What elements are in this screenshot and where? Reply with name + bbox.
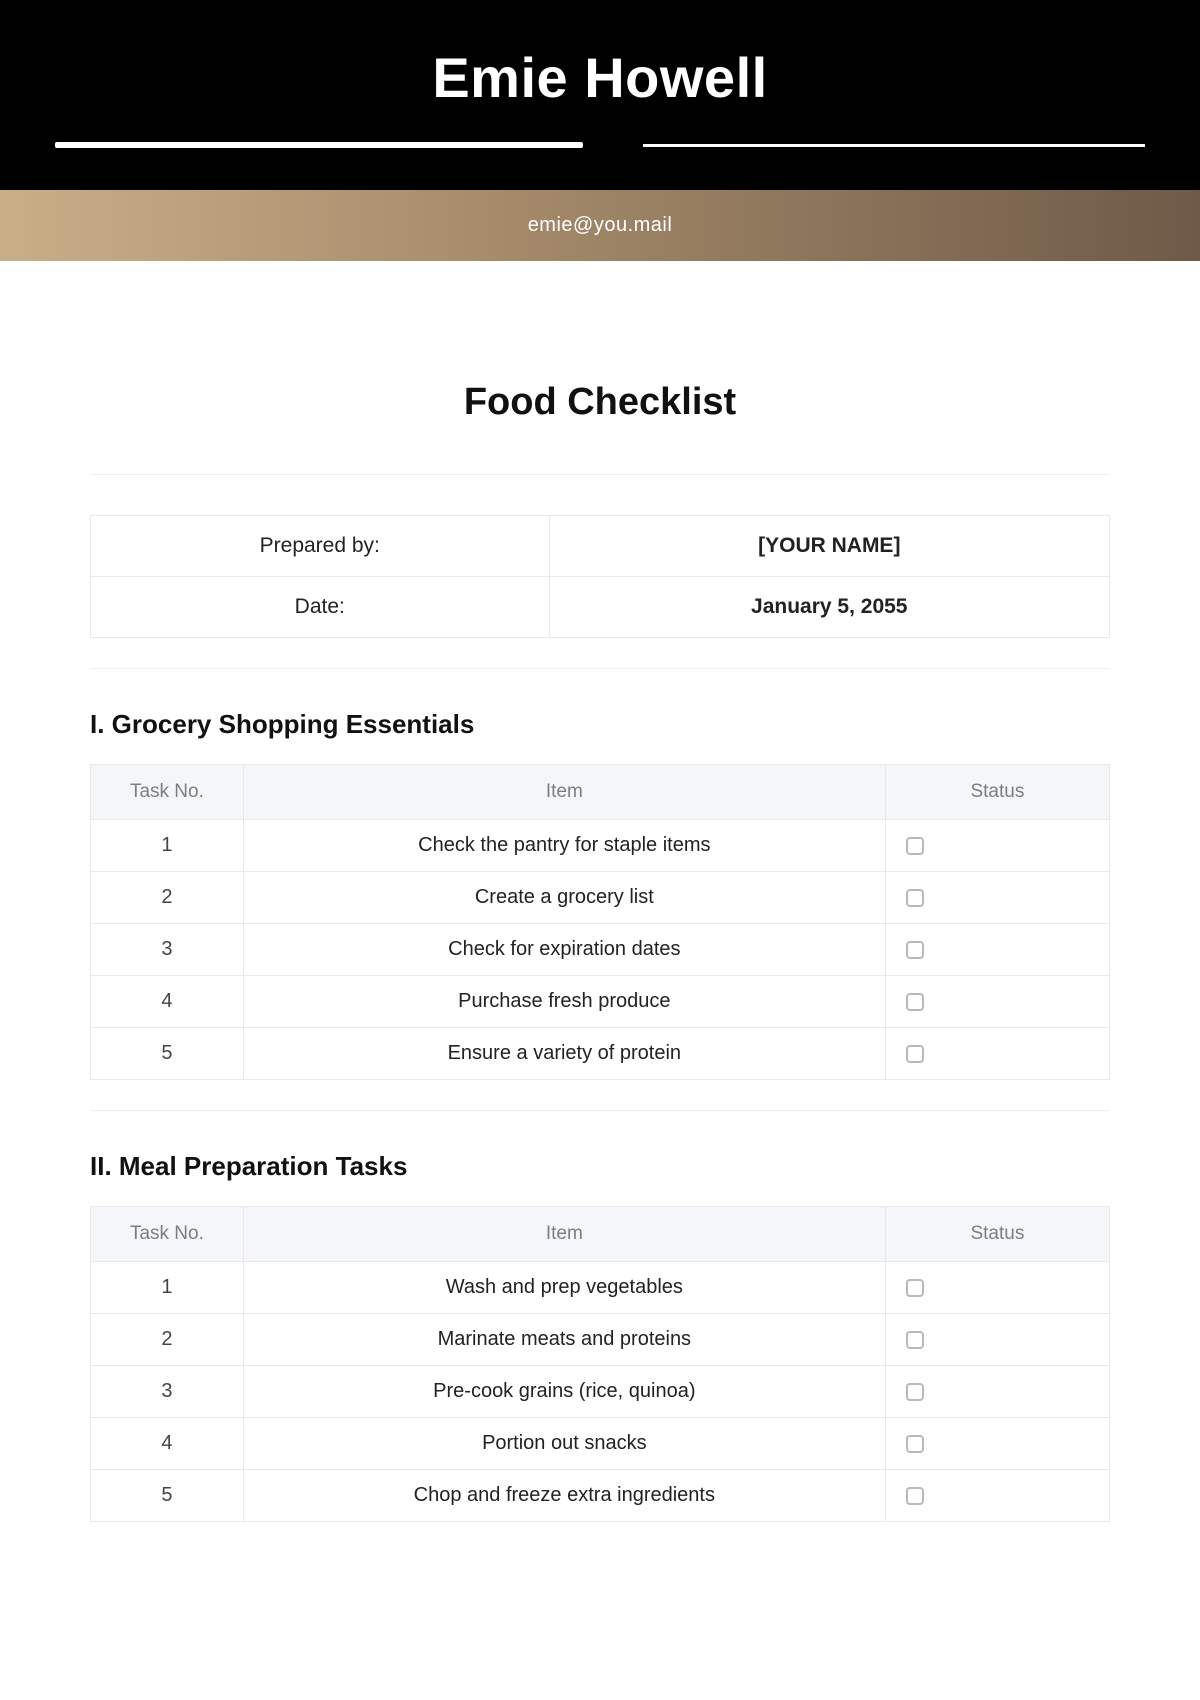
status-checkbox[interactable] xyxy=(906,1435,924,1453)
task-number: 5 xyxy=(91,1470,244,1522)
column-header-item: Item xyxy=(243,765,885,820)
meta-info-table: Prepared by: [YOUR NAME] Date: January 5… xyxy=(90,515,1110,638)
task-table: Task No.ItemStatus1Check the pantry for … xyxy=(90,764,1110,1080)
task-number: 3 xyxy=(91,1366,244,1418)
header-divider-lines xyxy=(0,140,1200,150)
table-row: 4Portion out snacks xyxy=(91,1418,1110,1470)
meta-label: Date: xyxy=(91,577,550,638)
meta-label: Prepared by: xyxy=(91,516,550,577)
status-checkbox[interactable] xyxy=(906,1383,924,1401)
task-item: Marinate meats and proteins xyxy=(243,1314,885,1366)
task-item: Create a grocery list xyxy=(243,872,885,924)
task-status-cell xyxy=(885,1262,1109,1314)
status-checkbox[interactable] xyxy=(906,889,924,907)
table-row: 5Ensure a variety of protein xyxy=(91,1028,1110,1080)
divider xyxy=(90,474,1110,475)
task-number: 4 xyxy=(91,1418,244,1470)
column-header-task_no: Task No. xyxy=(91,1207,244,1262)
table-row: 2Marinate meats and proteins xyxy=(91,1314,1110,1366)
task-item: Chop and freeze extra ingredients xyxy=(243,1470,885,1522)
task-status-cell xyxy=(885,1028,1109,1080)
task-status-cell xyxy=(885,1314,1109,1366)
task-item: Pre-cook grains (rice, quinoa) xyxy=(243,1366,885,1418)
column-header-status: Status xyxy=(885,1207,1109,1262)
task-item: Ensure a variety of protein xyxy=(243,1028,885,1080)
divider xyxy=(90,1110,1110,1111)
divider xyxy=(90,668,1110,669)
table-row: 3Pre-cook grains (rice, quinoa) xyxy=(91,1366,1110,1418)
task-status-cell xyxy=(885,872,1109,924)
status-checkbox[interactable] xyxy=(906,941,924,959)
document-title: Food Checklist xyxy=(90,381,1110,424)
task-number: 4 xyxy=(91,976,244,1028)
table-row: 5Chop and freeze extra ingredients xyxy=(91,1470,1110,1522)
task-number: 2 xyxy=(91,872,244,924)
task-item: Purchase fresh produce xyxy=(243,976,885,1028)
status-checkbox[interactable] xyxy=(906,1487,924,1505)
task-number: 3 xyxy=(91,924,244,976)
task-number: 5 xyxy=(91,1028,244,1080)
table-row: 3Check for expiration dates xyxy=(91,924,1110,976)
table-row: 1Check the pantry for staple items xyxy=(91,820,1110,872)
column-header-status: Status xyxy=(885,765,1109,820)
header-name-bar: Emie Howell xyxy=(0,0,1200,190)
task-status-cell xyxy=(885,1418,1109,1470)
task-item: Wash and prep vegetables xyxy=(243,1262,885,1314)
table-row: 1Wash and prep vegetables xyxy=(91,1262,1110,1314)
task-status-cell xyxy=(885,976,1109,1028)
task-status-cell xyxy=(885,924,1109,976)
task-number: 1 xyxy=(91,1262,244,1314)
header-email-bar: emie@you.mail xyxy=(0,190,1200,261)
status-checkbox[interactable] xyxy=(906,1045,924,1063)
task-status-cell xyxy=(885,1470,1109,1522)
status-checkbox[interactable] xyxy=(906,993,924,1011)
meta-row-date: Date: January 5, 2055 xyxy=(91,577,1110,638)
person-email: emie@you.mail xyxy=(528,214,673,236)
section-title: II. Meal Preparation Tasks xyxy=(90,1151,1110,1182)
meta-row-prepared-by: Prepared by: [YOUR NAME] xyxy=(91,516,1110,577)
task-item: Check for expiration dates xyxy=(243,924,885,976)
task-item: Check the pantry for staple items xyxy=(243,820,885,872)
status-checkbox[interactable] xyxy=(906,1331,924,1349)
task-number: 1 xyxy=(91,820,244,872)
meta-value: [YOUR NAME] xyxy=(549,516,1109,577)
table-row: 4Purchase fresh produce xyxy=(91,976,1110,1028)
section-title: I. Grocery Shopping Essentials xyxy=(90,709,1110,740)
column-header-item: Item xyxy=(243,1207,885,1262)
document-body: Food Checklist Prepared by: [YOUR NAME] … xyxy=(0,381,1200,1582)
task-status-cell xyxy=(885,820,1109,872)
task-table: Task No.ItemStatus1Wash and prep vegetab… xyxy=(90,1206,1110,1522)
task-status-cell xyxy=(885,1366,1109,1418)
meta-value: January 5, 2055 xyxy=(549,577,1109,638)
table-row: 2Create a grocery list xyxy=(91,872,1110,924)
task-item: Portion out snacks xyxy=(243,1418,885,1470)
task-number: 2 xyxy=(91,1314,244,1366)
person-name: Emie Howell xyxy=(0,45,1200,110)
status-checkbox[interactable] xyxy=(906,837,924,855)
status-checkbox[interactable] xyxy=(906,1279,924,1297)
column-header-task_no: Task No. xyxy=(91,765,244,820)
sections-container: I. Grocery Shopping EssentialsTask No.It… xyxy=(90,709,1110,1522)
